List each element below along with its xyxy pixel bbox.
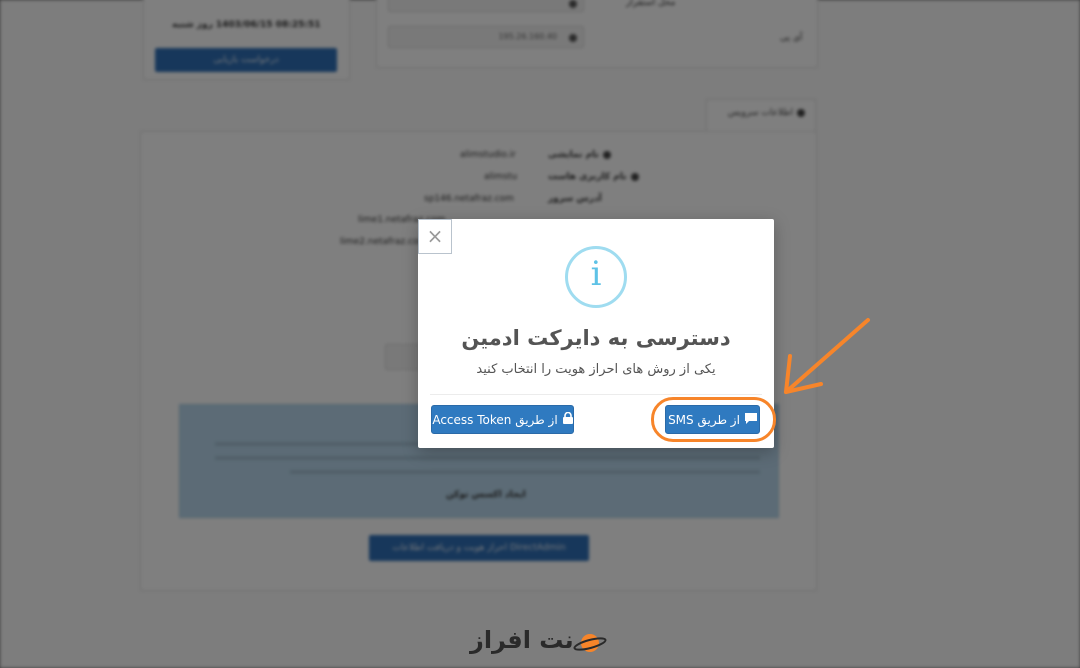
annotation-arrow-icon <box>784 318 870 394</box>
netafraz-logo: نت افراز <box>470 624 610 664</box>
page: 08:25:51 1403/06/15 روز شنبه درخواست باز… <box>0 0 1080 668</box>
logo-text: نت افراز <box>470 626 574 654</box>
planet-icon <box>573 634 607 652</box>
